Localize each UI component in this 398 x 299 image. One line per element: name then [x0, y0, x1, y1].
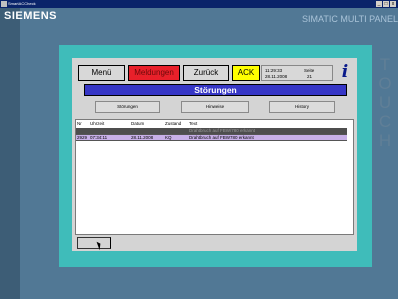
- clock-time: 11:29:33: [265, 68, 283, 73]
- app-icon: [1, 1, 7, 7]
- meldungen-button[interactable]: Meldungen: [128, 65, 180, 81]
- col-uhrzeit: Uhrzeit: [90, 121, 105, 126]
- screen-title: Störungen: [84, 84, 347, 96]
- page-number: 21: [307, 74, 313, 79]
- col-zustand: Zustand: [165, 121, 182, 126]
- clock-date: 28.11.2008: [265, 74, 288, 79]
- tab-stoerungen[interactable]: Störungen: [95, 101, 160, 113]
- zurueck-button[interactable]: Zurück: [183, 65, 229, 81]
- tab-history[interactable]: History: [269, 101, 335, 113]
- col-text: Text: [189, 121, 198, 126]
- window-title: SmartACCheck: [8, 1, 36, 6]
- footer-button[interactable]: [77, 237, 111, 249]
- brand-logo: SIEMENS: [4, 10, 58, 22]
- close-button[interactable]: x: [390, 1, 396, 7]
- table-header: Nr Uhrzeit Datum Zustand Text: [76, 120, 347, 128]
- table-row[interactable]: 2929 07:34:11 28.11.2008 KQ Drahtbruch a…: [76, 134, 347, 141]
- maximize-button[interactable]: □: [383, 1, 389, 7]
- col-nr: Nr: [77, 121, 82, 126]
- clock-display: 11:29:33 28.11.2008 Seite 21: [261, 65, 333, 81]
- touch-label: TOUCH: [378, 55, 392, 150]
- menu-button[interactable]: Menü: [78, 65, 125, 81]
- window-controls: _ □ x: [376, 1, 396, 7]
- device-model: SIMATIC MULTI PANEL: [301, 14, 398, 24]
- info-icon[interactable]: i: [337, 62, 353, 82]
- ack-button[interactable]: ACK: [232, 65, 260, 81]
- alarm-list[interactable]: Nr Uhrzeit Datum Zustand Text Drahtbruch…: [75, 119, 354, 235]
- left-bar: [0, 8, 20, 299]
- window-titlebar: SmartACCheck _ □ x: [0, 0, 398, 8]
- minimize-button[interactable]: _: [376, 1, 382, 7]
- col-datum: Datum: [131, 121, 145, 126]
- page-label: Seite: [304, 68, 315, 73]
- tab-hinweise[interactable]: Hinweise: [181, 101, 249, 113]
